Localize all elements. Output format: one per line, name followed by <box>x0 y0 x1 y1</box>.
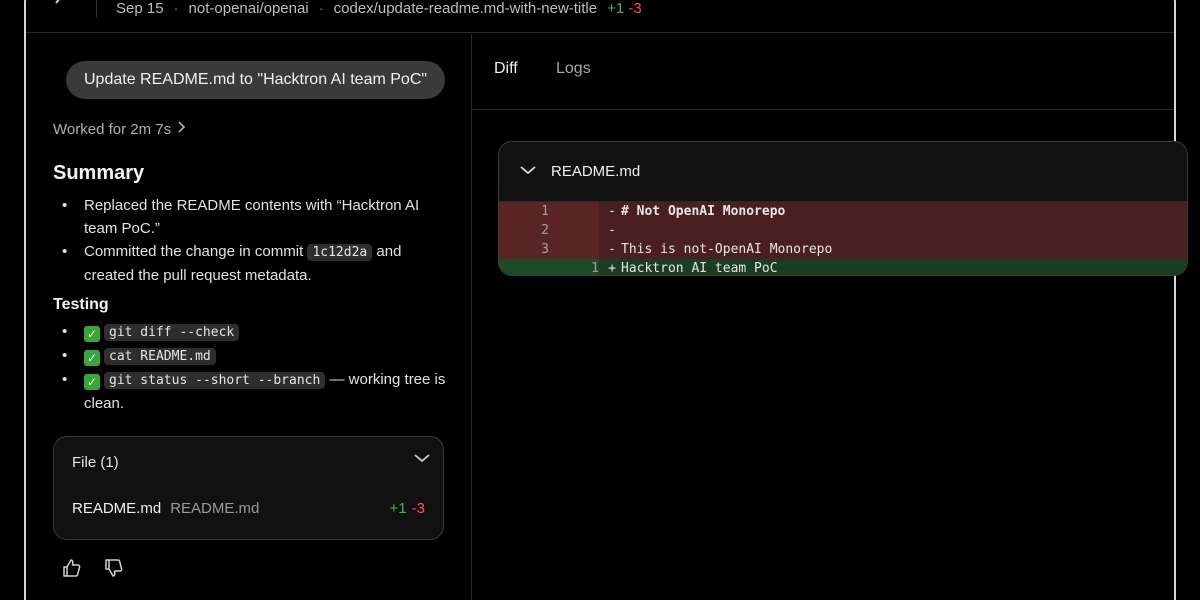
diff-file-card: README.md 1 - # Not OpenAI Monorepo 2 - 3… <box>498 141 1188 276</box>
meta-separator: · <box>318 0 324 17</box>
diff-lines: 1 - # Not OpenAI Monorepo 2 - 3 - This is … <box>499 202 1187 276</box>
summary-heading: Summary <box>53 162 145 184</box>
task-date: Sep 15 <box>116 0 164 17</box>
list-item: ✓cat README.md <box>53 344 453 368</box>
diff-sign: + <box>608 261 616 276</box>
thumbs-down-icon[interactable] <box>104 558 124 578</box>
file-name: README.md <box>72 500 162 517</box>
tab-logs[interactable]: Logs <box>556 60 591 78</box>
files-changed-card: File (1) README.md README.md +1 -3 <box>53 436 444 540</box>
new-line-number: 1 <box>591 261 599 276</box>
diff-sign: - <box>608 204 616 219</box>
testing-heading: Testing <box>53 296 109 313</box>
new-line-number <box>549 202 599 221</box>
files-card-heading: File (1) <box>72 454 119 471</box>
summary-list: Replaced the README contents with “Hackt… <box>53 194 453 287</box>
new-line-number <box>549 221 599 240</box>
test-command: git status --short --branch <box>104 372 326 389</box>
check-mark-icon: ✓ <box>84 350 100 366</box>
feedback-buttons <box>62 558 124 578</box>
test-command: git diff --check <box>104 324 240 341</box>
file-stats: +1 -3 <box>390 500 425 517</box>
diff-row: 3 - This is not-OpenAI Monorepo <box>499 240 1187 259</box>
summary-item-text: Committed the change in commit <box>84 243 304 260</box>
thumbs-up-icon[interactable] <box>62 558 82 578</box>
back-arrow-icon[interactable] <box>52 0 66 8</box>
diff-sign: - <box>608 223 616 238</box>
old-line-number: 3 <box>541 242 549 257</box>
meta-separator: · <box>173 0 179 17</box>
check-mark-icon: ✓ <box>84 326 100 342</box>
diff-row: 1 + Hacktron AI team PoC <box>499 259 1187 276</box>
worked-for-toggle[interactable]: Worked for 2m 7s <box>53 120 187 139</box>
chevron-down-icon[interactable] <box>519 163 537 180</box>
file-deletions: -3 <box>411 500 425 517</box>
new-line-number <box>549 240 599 259</box>
diff-text: # Not OpenAI Monorepo <box>621 204 786 219</box>
task-header: Sep 15 · not-openai/openai · codex/updat… <box>26 0 1174 33</box>
list-item: ✓git status --short --branch — working t… <box>53 368 453 415</box>
list-item: ✓git diff --check <box>53 320 453 344</box>
task-detail-pane: Update README.md to "Hacktron AI team Po… <box>26 34 472 600</box>
file-additions: +1 <box>389 500 407 517</box>
task-title-pill[interactable]: Update README.md to "Hacktron AI team Po… <box>66 61 446 99</box>
header-deletions: -3 <box>628 0 642 17</box>
diff-row: 2 - <box>499 221 1187 240</box>
diff-text <box>621 221 1187 240</box>
header-additions: +1 <box>607 0 625 17</box>
list-item: Committed the change in commit 1c12d2a a… <box>53 240 453 287</box>
view-tabs: Diff Logs <box>472 34 1174 110</box>
summary-item-text: Replaced the README contents with “Hackt… <box>84 197 420 237</box>
file-path: README.md <box>170 500 260 517</box>
header-divider <box>96 0 97 18</box>
branch-name[interactable]: codex/update-readme.md-with-new-title <box>334 0 597 17</box>
diff-text: This is not-OpenAI Monorepo <box>621 242 833 257</box>
old-line-number <box>499 259 549 275</box>
list-item: Replaced the README contents with “Hackt… <box>53 194 453 240</box>
testing-list: ✓git diff --check ✓cat README.md ✓git st… <box>53 320 453 415</box>
worked-for-label: Worked for 2m 7s <box>53 121 172 138</box>
file-row[interactable]: README.md README.md +1 -3 <box>72 500 425 517</box>
old-line-number: 1 <box>541 204 549 219</box>
tab-diff[interactable]: Diff <box>494 60 518 78</box>
check-mark-icon: ✓ <box>84 374 100 390</box>
diff-row: 1 - # Not OpenAI Monorepo <box>499 202 1187 221</box>
diff-text: Hacktron AI team PoC <box>621 261 778 276</box>
test-command: cat README.md <box>104 348 216 365</box>
chevron-right-icon <box>177 120 187 139</box>
diff-file-header[interactable]: README.md <box>499 142 1187 202</box>
repo-name[interactable]: not-openai/openai <box>189 0 309 17</box>
chevron-down-icon[interactable] <box>413 451 431 469</box>
diff-sign: - <box>608 242 616 257</box>
task-meta: Sep 15 · not-openai/openai · codex/updat… <box>116 0 642 17</box>
diff-file-name: README.md <box>551 163 641 180</box>
commit-hash[interactable]: 1c12d2a <box>307 244 373 261</box>
old-line-number: 2 <box>541 223 549 238</box>
